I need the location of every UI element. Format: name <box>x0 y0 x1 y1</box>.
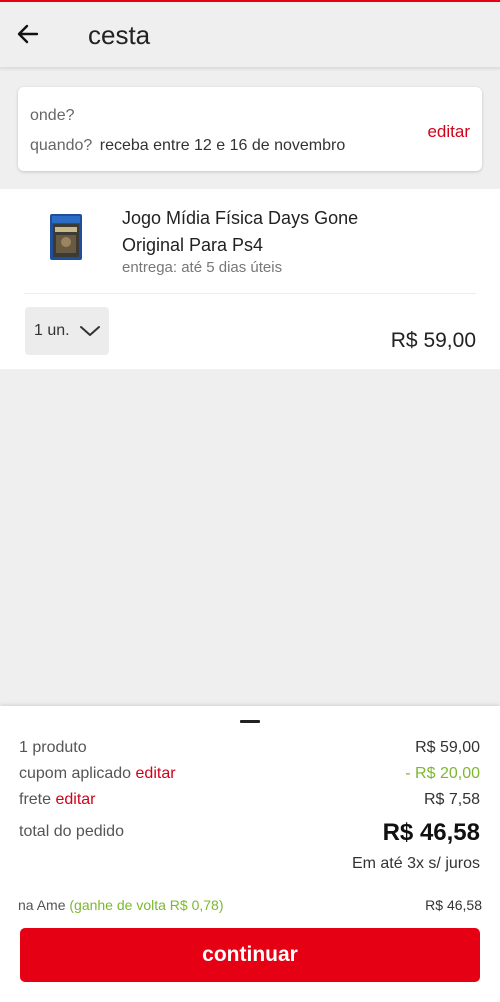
page-title: cesta <box>88 20 151 50</box>
coupon-label: cupom aplicado <box>19 765 132 782</box>
coupon-discount: - R$ 20,00 <box>405 765 480 782</box>
delivery-info-card: onde? quando? receba entre 12 e 16 de no… <box>18 87 482 171</box>
delivery-time: entrega: até 5 dias úteis <box>122 259 283 276</box>
products-subtotal: R$ 59,00 <box>415 739 480 756</box>
when-label: quando? <box>30 137 93 154</box>
chevron-down-icon <box>79 324 101 338</box>
ame-cashback: (ganhe de volta R$ 0,78) <box>69 897 224 913</box>
ame-row: na Ame (ganhe de volta R$ 0,78) <box>18 897 223 913</box>
product-price: R$ 59,00 <box>390 329 476 352</box>
header-bar: cesta <box>0 2 500 68</box>
installments-info: Em até 3x s/ juros <box>351 855 480 872</box>
total-label: total do pedido <box>19 823 124 840</box>
ame-label: na Ame <box>18 897 66 913</box>
arrow-left-icon <box>17 24 39 44</box>
edit-coupon-link[interactable]: editar <box>136 765 176 782</box>
quantity-value: 1 un. <box>34 322 70 339</box>
products-count-label: 1 produto <box>19 739 87 756</box>
delivery-window: receba entre 12 e 16 de novembro <box>99 137 346 154</box>
cart-item-card: Jogo Mídia Física Days Gone Original Par… <box>0 189 500 369</box>
shipping-cost: R$ 7,58 <box>423 791 480 808</box>
divider <box>24 293 476 294</box>
edit-delivery-link[interactable]: editar <box>427 122 470 142</box>
continue-button[interactable]: continuar <box>20 928 480 982</box>
drag-handle[interactable] <box>240 720 260 723</box>
where-label: onde? <box>30 107 75 124</box>
quantity-select[interactable]: 1 un. <box>25 307 109 355</box>
when-row: quando? receba entre 12 e 16 de novembro <box>30 137 345 155</box>
coupon-row: cupom aplicado editar <box>19 765 176 783</box>
product-image[interactable] <box>50 214 82 260</box>
back-button[interactable] <box>10 16 46 52</box>
edit-shipping-link[interactable]: editar <box>55 791 95 808</box>
ame-total: R$ 46,58 <box>425 897 482 913</box>
product-name[interactable]: Jogo Mídia Física Days Gone Original Par… <box>122 205 422 259</box>
order-summary-panel: 1 produto R$ 59,00 cupom aplicado editar… <box>0 706 500 1002</box>
order-total: R$ 46,58 <box>382 819 480 846</box>
shipping-label: frete <box>19 791 52 808</box>
shipping-row: frete editar <box>19 791 96 809</box>
